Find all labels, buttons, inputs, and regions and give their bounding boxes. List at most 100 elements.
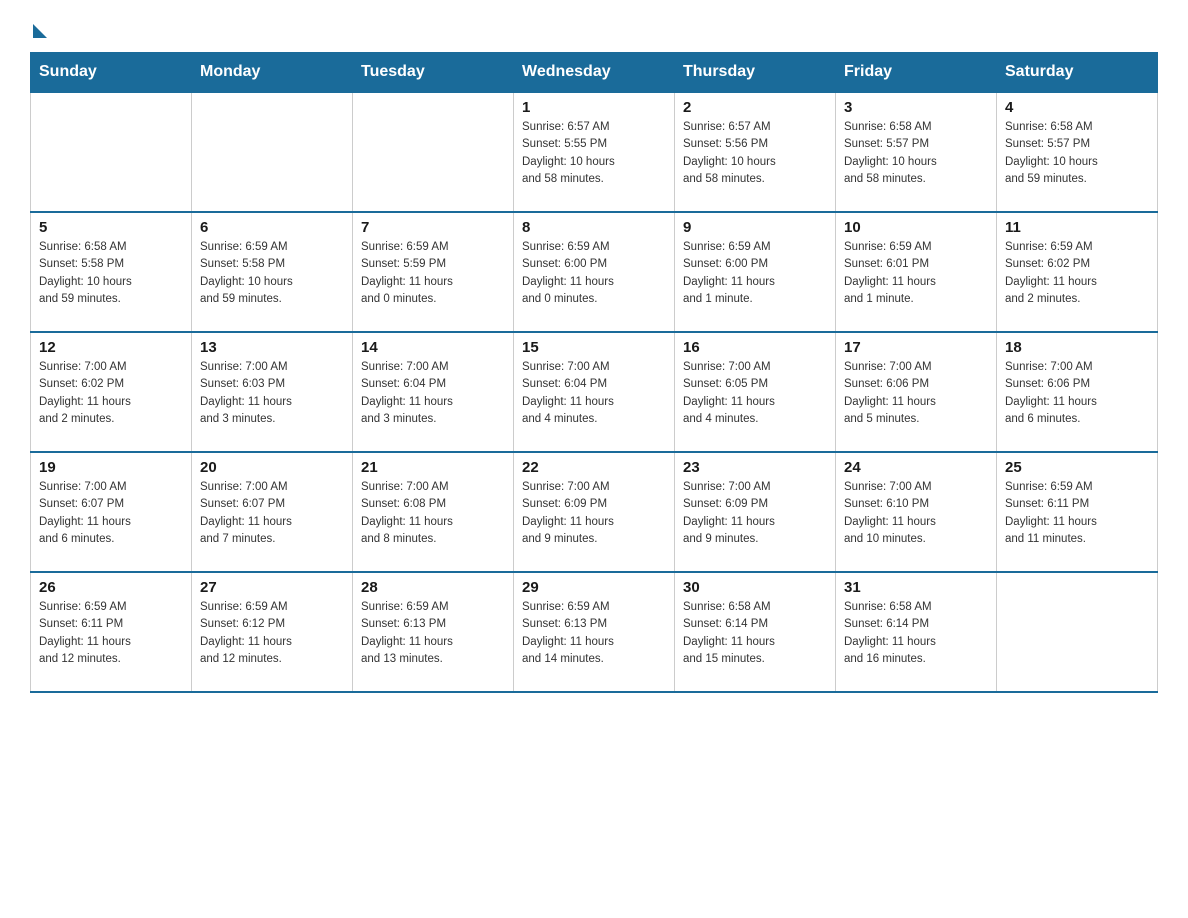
logo-arrow-icon: [33, 24, 47, 38]
page-header: [30, 20, 1158, 34]
day-number: 13: [200, 339, 344, 356]
calendar-cell: 11 Sunrise: 6:59 AMSunset: 6:02 PMDayligh…: [997, 212, 1158, 332]
day-number: 22: [522, 459, 666, 476]
day-number: 25: [1005, 459, 1149, 476]
logo: [30, 20, 47, 34]
calendar-cell: 20 Sunrise: 7:00 AMSunset: 6:07 PMDayligh…: [192, 452, 353, 572]
calendar-week-3: 12Sunrise: 7:00 AMSunset: 6:02 PMDayligh…: [31, 332, 1158, 452]
day-info: Sunrise: 6:58 AMSunset: 5:57 PMDaylight:…: [844, 119, 988, 188]
day-info: Sunrise: 6:57 AMSunset: 5:55 PMDaylight:…: [522, 119, 666, 188]
day-number: 17: [844, 339, 988, 356]
calendar-cell: 25 Sunrise: 6:59 AMSunset: 6:11 PMDayligh…: [997, 452, 1158, 572]
day-number: 29: [522, 579, 666, 596]
day-info: Sunrise: 6:58 AMSunset: 6:14 PMDaylight:…: [844, 599, 988, 668]
calendar-cell: 9 Sunrise: 6:59 AMSunset: 6:00 PMDaylight…: [675, 212, 836, 332]
day-number: 1: [522, 99, 666, 116]
calendar-cell: 26Sunrise: 6:59 AMSunset: 6:11 PMDayligh…: [31, 572, 192, 692]
calendar-cell: 23 Sunrise: 7:00 AMSunset: 6:09 PMDayligh…: [675, 452, 836, 572]
calendar-week-1: 1 Sunrise: 6:57 AMSunset: 5:55 PMDaylight…: [31, 92, 1158, 212]
calendar-cell: 7 Sunrise: 6:59 AMSunset: 5:59 PMDaylight…: [353, 212, 514, 332]
calendar-cell: 14 Sunrise: 7:00 AMSunset: 6:04 PMDayligh…: [353, 332, 514, 452]
calendar-cell: 16Sunrise: 7:00 AMSunset: 6:05 PMDayligh…: [675, 332, 836, 452]
calendar-cell: 18Sunrise: 7:00 AMSunset: 6:06 PMDayligh…: [997, 332, 1158, 452]
calendar-cell: 13Sunrise: 7:00 AMSunset: 6:03 PMDayligh…: [192, 332, 353, 452]
calendar-week-4: 19 Sunrise: 7:00 AMSunset: 6:07 PMDayligh…: [31, 452, 1158, 572]
calendar-cell: 29 Sunrise: 6:59 AMSunset: 6:13 PMDayligh…: [514, 572, 675, 692]
calendar-cell: 31 Sunrise: 6:58 AMSunset: 6:14 PMDayligh…: [836, 572, 997, 692]
calendar-cell: 3 Sunrise: 6:58 AMSunset: 5:57 PMDaylight…: [836, 92, 997, 212]
calendar-cell: 30 Sunrise: 6:58 AMSunset: 6:14 PMDayligh…: [675, 572, 836, 692]
day-number: 6: [200, 219, 344, 236]
calendar-week-5: 26Sunrise: 6:59 AMSunset: 6:11 PMDayligh…: [31, 572, 1158, 692]
calendar-cell: 12Sunrise: 7:00 AMSunset: 6:02 PMDayligh…: [31, 332, 192, 452]
day-info: Sunrise: 6:59 AMSunset: 5:58 PMDaylight:…: [200, 239, 344, 308]
day-info: Sunrise: 6:58 AMSunset: 5:57 PMDaylight:…: [1005, 119, 1149, 188]
day-number: 20: [200, 459, 344, 476]
day-info: Sunrise: 7:00 AMSunset: 6:09 PMDaylight:…: [683, 479, 827, 548]
calendar-cell: 5 Sunrise: 6:58 AMSunset: 5:58 PMDaylight…: [31, 212, 192, 332]
day-info: Sunrise: 7:00 AMSunset: 6:06 PMDaylight:…: [844, 359, 988, 428]
day-info: Sunrise: 6:57 AMSunset: 5:56 PMDaylight:…: [683, 119, 827, 188]
day-number: 23: [683, 459, 827, 476]
day-number: 30: [683, 579, 827, 596]
day-number: 31: [844, 579, 988, 596]
day-info: Sunrise: 7:00 AMSunset: 6:07 PMDaylight:…: [200, 479, 344, 548]
calendar-cell: 10 Sunrise: 6:59 AMSunset: 6:01 PMDayligh…: [836, 212, 997, 332]
calendar-cell: 21Sunrise: 7:00 AMSunset: 6:08 PMDayligh…: [353, 452, 514, 572]
weekday-header-thursday: Thursday: [675, 53, 836, 93]
day-number: 15: [522, 339, 666, 356]
day-info: Sunrise: 6:59 AMSunset: 6:02 PMDaylight:…: [1005, 239, 1149, 308]
weekday-header-saturday: Saturday: [997, 53, 1158, 93]
calendar-cell: [353, 92, 514, 212]
day-number: 4: [1005, 99, 1149, 116]
calendar-cell: 6 Sunrise: 6:59 AMSunset: 5:58 PMDaylight…: [192, 212, 353, 332]
weekday-header-monday: Monday: [192, 53, 353, 93]
day-number: 18: [1005, 339, 1149, 356]
calendar-cell: 2 Sunrise: 6:57 AMSunset: 5:56 PMDaylight…: [675, 92, 836, 212]
day-number: 14: [361, 339, 505, 356]
calendar-cell: [192, 92, 353, 212]
calendar-week-2: 5 Sunrise: 6:58 AMSunset: 5:58 PMDaylight…: [31, 212, 1158, 332]
day-number: 5: [39, 219, 183, 236]
day-number: 12: [39, 339, 183, 356]
day-info: Sunrise: 6:59 AMSunset: 6:13 PMDaylight:…: [522, 599, 666, 668]
day-number: 24: [844, 459, 988, 476]
day-number: 27: [200, 579, 344, 596]
day-number: 10: [844, 219, 988, 236]
day-info: Sunrise: 6:59 AMSunset: 6:11 PMDaylight:…: [1005, 479, 1149, 548]
day-number: 7: [361, 219, 505, 236]
day-info: Sunrise: 6:58 AMSunset: 6:14 PMDaylight:…: [683, 599, 827, 668]
day-info: Sunrise: 6:59 AMSunset: 6:01 PMDaylight:…: [844, 239, 988, 308]
day-number: 19: [39, 459, 183, 476]
day-number: 8: [522, 219, 666, 236]
day-number: 9: [683, 219, 827, 236]
day-number: 26: [39, 579, 183, 596]
day-info: Sunrise: 6:59 AMSunset: 6:00 PMDaylight:…: [522, 239, 666, 308]
day-info: Sunrise: 7:00 AMSunset: 6:07 PMDaylight:…: [39, 479, 183, 548]
day-info: Sunrise: 7:00 AMSunset: 6:04 PMDaylight:…: [361, 359, 505, 428]
day-info: Sunrise: 6:59 AMSunset: 5:59 PMDaylight:…: [361, 239, 505, 308]
calendar-cell: 27 Sunrise: 6:59 AMSunset: 6:12 PMDayligh…: [192, 572, 353, 692]
weekday-header-wednesday: Wednesday: [514, 53, 675, 93]
calendar-cell: 22 Sunrise: 7:00 AMSunset: 6:09 PMDayligh…: [514, 452, 675, 572]
weekday-header-row: SundayMondayTuesdayWednesdayThursdayFrid…: [31, 53, 1158, 93]
weekday-header-sunday: Sunday: [31, 53, 192, 93]
calendar-cell: [31, 92, 192, 212]
day-info: Sunrise: 6:58 AMSunset: 5:58 PMDaylight:…: [39, 239, 183, 308]
calendar-cell: 15 Sunrise: 7:00 AMSunset: 6:04 PMDayligh…: [514, 332, 675, 452]
calendar-cell: [997, 572, 1158, 692]
weekday-header-friday: Friday: [836, 53, 997, 93]
calendar-cell: 4 Sunrise: 6:58 AMSunset: 5:57 PMDaylight…: [997, 92, 1158, 212]
day-number: 3: [844, 99, 988, 116]
day-number: 2: [683, 99, 827, 116]
day-info: Sunrise: 6:59 AMSunset: 6:12 PMDaylight:…: [200, 599, 344, 668]
day-info: Sunrise: 6:59 AMSunset: 6:00 PMDaylight:…: [683, 239, 827, 308]
day-info: Sunrise: 6:59 AMSunset: 6:13 PMDaylight:…: [361, 599, 505, 668]
day-info: Sunrise: 7:00 AMSunset: 6:04 PMDaylight:…: [522, 359, 666, 428]
day-number: 11: [1005, 219, 1149, 236]
day-info: Sunrise: 7:00 AMSunset: 6:09 PMDaylight:…: [522, 479, 666, 548]
day-info: Sunrise: 7:00 AMSunset: 6:10 PMDaylight:…: [844, 479, 988, 548]
calendar-cell: 28 Sunrise: 6:59 AMSunset: 6:13 PMDayligh…: [353, 572, 514, 692]
day-number: 28: [361, 579, 505, 596]
calendar-cell: 1 Sunrise: 6:57 AMSunset: 5:55 PMDaylight…: [514, 92, 675, 212]
